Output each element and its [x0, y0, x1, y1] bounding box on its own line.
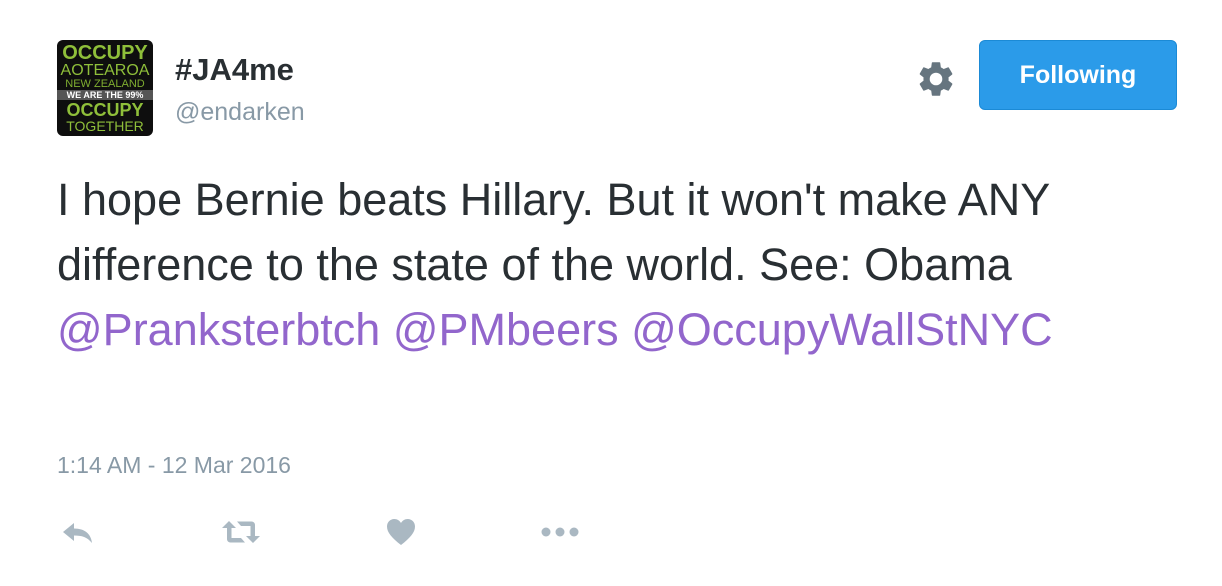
mention-link[interactable]: @PMbeers [393, 304, 619, 355]
tweet-timestamp[interactable]: 1:14 AM - 12 Mar 2016 [57, 452, 291, 479]
author-display-name[interactable]: #JA4me [175, 52, 294, 88]
avatar-text: TOGETHER [66, 118, 144, 134]
reply-button[interactable] [58, 512, 98, 552]
more-icon [541, 527, 579, 537]
avatar-text: WE ARE THE 99% [57, 90, 153, 100]
retweet-button[interactable] [218, 512, 264, 552]
following-button[interactable]: Following [979, 40, 1177, 110]
gear-icon[interactable] [915, 58, 957, 100]
tweet-body: I hope Bernie beats Hillary. But it won'… [57, 174, 1050, 290]
mention-link[interactable]: @Pranksterbtch [57, 304, 380, 355]
avatar[interactable]: OCCUPY AOTEAROA NEW ZEALAND WE ARE THE 9… [57, 40, 153, 136]
avatar-text: NEW ZEALAND [65, 78, 145, 90]
heart-icon [387, 519, 415, 545]
reply-icon [63, 523, 92, 543]
tweet-text: I hope Bernie beats Hillary. But it won'… [57, 167, 1167, 362]
like-button[interactable] [381, 512, 421, 552]
more-button[interactable] [538, 512, 582, 552]
retweet-icon [222, 521, 260, 543]
author-handle[interactable]: @endarken [175, 98, 305, 127]
mention-link[interactable]: @OccupyWallStNYC [631, 304, 1053, 355]
